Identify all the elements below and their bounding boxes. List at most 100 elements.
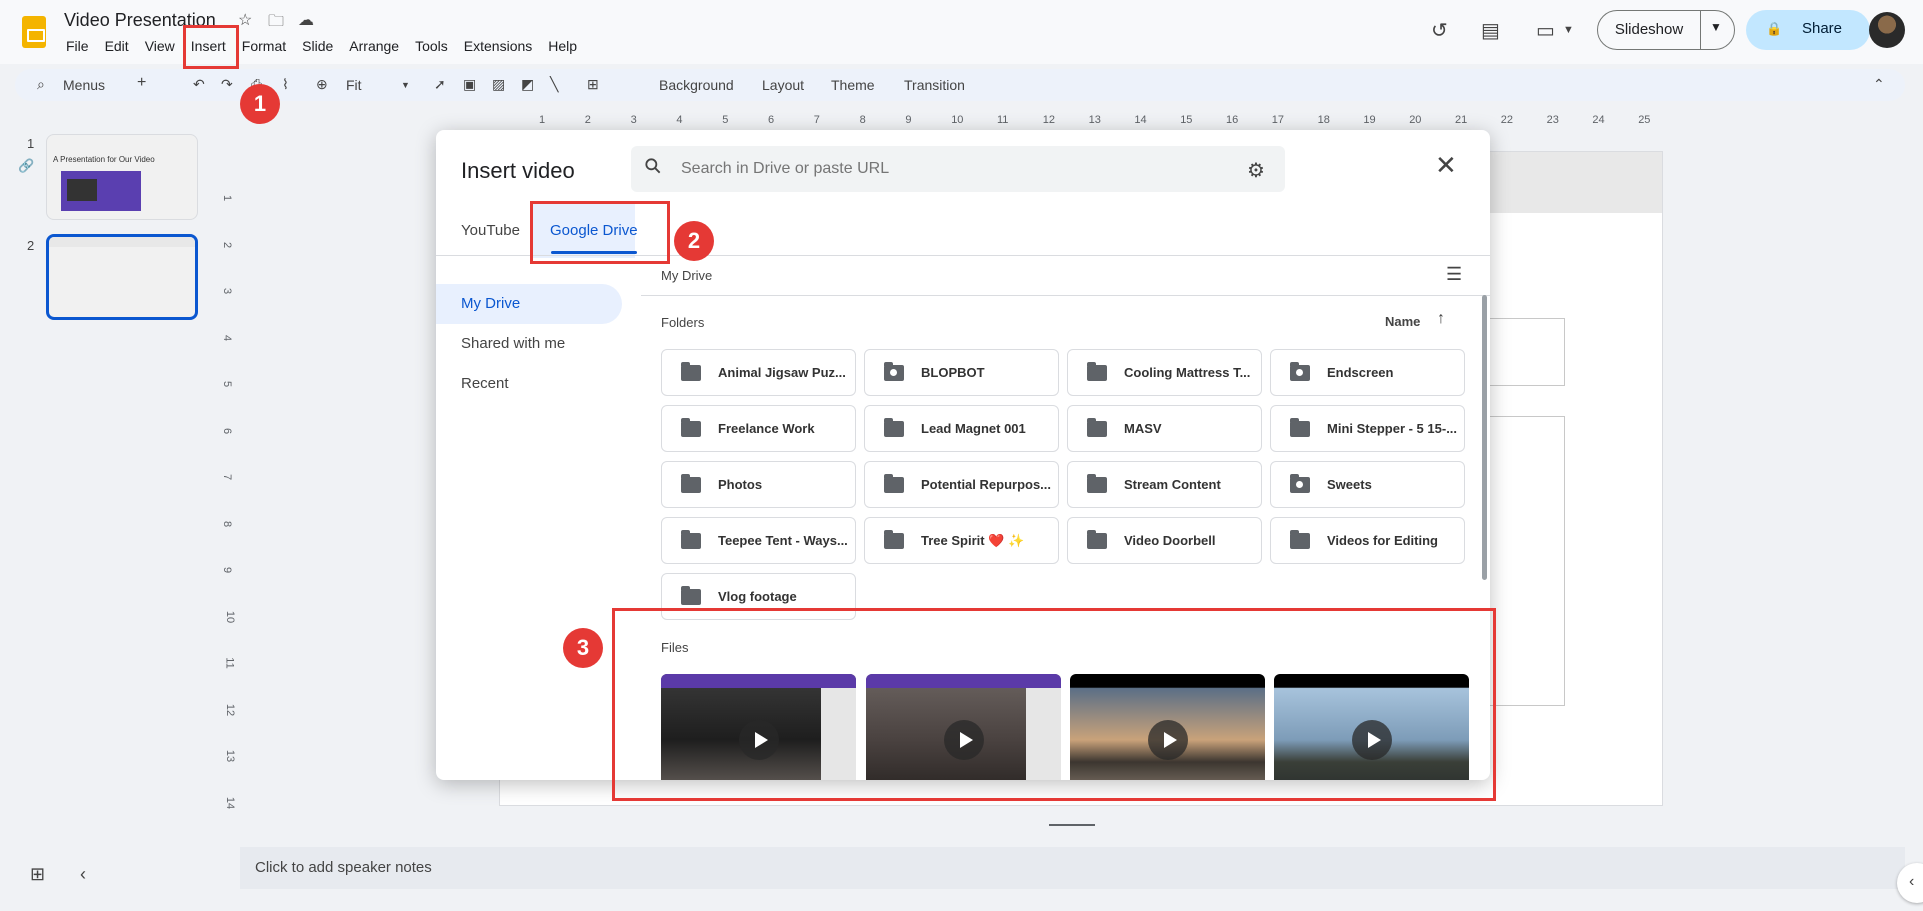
slide-thumbnail-2[interactable] bbox=[46, 234, 198, 320]
folder-item[interactable]: Photos bbox=[661, 461, 856, 508]
folder-item[interactable]: Animal Jigsaw Puz... bbox=[661, 349, 856, 396]
menu-slide[interactable]: Slide bbox=[294, 37, 341, 55]
line-icon[interactable]: ╲ bbox=[550, 76, 558, 93]
annotation-badge: 2 bbox=[674, 221, 714, 261]
folder-icon bbox=[681, 530, 701, 549]
dialog-title: Insert video bbox=[461, 158, 575, 183]
folder-icon bbox=[1290, 530, 1310, 549]
slideshow-button[interactable]: Slideshow ▼ bbox=[1597, 10, 1735, 50]
cloud-status-icon[interactable]: ☁ bbox=[298, 10, 314, 30]
theme-button[interactable]: Theme bbox=[831, 77, 875, 93]
insert-image-icon[interactable]: ▨ bbox=[492, 76, 505, 93]
add-comment-icon[interactable]: ⊞ bbox=[587, 76, 599, 93]
menu-format[interactable]: Format bbox=[234, 37, 294, 55]
menu-arrange[interactable]: Arrange bbox=[341, 37, 407, 55]
folder-item[interactable]: Stream Content bbox=[1067, 461, 1262, 508]
slide-number: 1 bbox=[27, 136, 35, 151]
folder-item[interactable]: Sweets bbox=[1270, 461, 1465, 508]
search-options-icon[interactable]: ⚙ bbox=[1247, 158, 1265, 183]
folder-item[interactable]: Mini Stepper - 5 15-... bbox=[1270, 405, 1465, 452]
ruler-tick-label: 5 bbox=[221, 380, 234, 388]
transition-button[interactable]: Transition bbox=[904, 77, 965, 93]
sort-arrow-up-icon[interactable]: ↑ bbox=[1437, 310, 1445, 328]
shared-folder-icon bbox=[884, 362, 904, 381]
ruler-tick-label: 23 bbox=[1546, 114, 1559, 126]
zoom-chevron-down-icon[interactable]: ▼ bbox=[401, 80, 410, 90]
ruler-tick-label: 12 bbox=[224, 703, 237, 716]
menu-file[interactable]: File bbox=[58, 37, 97, 55]
meet-call-icon[interactable]: ▭ bbox=[1536, 18, 1555, 43]
comments-icon[interactable]: ▤ bbox=[1481, 18, 1500, 43]
folder-item[interactable]: BLOPBOT bbox=[864, 349, 1059, 396]
nav-recent[interactable]: Recent bbox=[461, 375, 509, 392]
zoom-icon[interactable]: ⊕ bbox=[316, 76, 328, 93]
select-cursor-icon[interactable]: ➚ bbox=[434, 76, 446, 93]
slides-logo-icon[interactable] bbox=[22, 16, 46, 48]
tab-youtube[interactable]: YouTube bbox=[461, 222, 520, 239]
breadcrumb[interactable]: My Drive bbox=[661, 268, 712, 283]
menu-extensions[interactable]: Extensions bbox=[456, 37, 540, 55]
resize-handle[interactable] bbox=[1049, 824, 1095, 826]
close-icon[interactable]: ✕ bbox=[1435, 152, 1457, 178]
menu-edit[interactable]: Edit bbox=[97, 37, 137, 55]
folder-item[interactable]: Teepee Tent - Ways... bbox=[661, 517, 856, 564]
ruler-tick-label: 9 bbox=[905, 114, 912, 126]
version-history-icon[interactable]: ↺ bbox=[1431, 18, 1448, 43]
avatar[interactable] bbox=[1869, 12, 1905, 48]
zoom-select[interactable]: Fit bbox=[346, 77, 362, 93]
move-folder-icon[interactable]: 🗀 bbox=[268, 10, 284, 37]
background-button[interactable]: Background bbox=[659, 77, 734, 93]
folder-name: Video Doorbell bbox=[1124, 533, 1216, 548]
shape-icon[interactable]: ◩ bbox=[521, 76, 534, 93]
layout-button[interactable]: Layout bbox=[762, 77, 804, 93]
folder-item[interactable]: Video Doorbell bbox=[1067, 517, 1262, 564]
ruler-tick-label: 2 bbox=[584, 114, 591, 126]
list-view-icon[interactable]: ☰ bbox=[1446, 264, 1462, 285]
menus-search[interactable]: Menus bbox=[63, 77, 105, 93]
content-divider bbox=[641, 295, 1490, 296]
paint-format-icon[interactable]: ⌇ bbox=[282, 76, 289, 93]
annotation-box-drive-tab bbox=[530, 201, 670, 264]
ruler-tick-label: 17 bbox=[1271, 114, 1285, 126]
nav-my-drive[interactable]: My Drive bbox=[461, 295, 520, 312]
ruler-tick-label: 4 bbox=[676, 114, 683, 126]
search-input[interactable] bbox=[681, 146, 1221, 192]
ruler-tick-label: 18 bbox=[1317, 114, 1330, 126]
slide-thumbnail-1[interactable]: A Presentation for Our Video bbox=[46, 134, 198, 220]
star-icon[interactable]: ☆ bbox=[238, 10, 252, 30]
menu-tools[interactable]: Tools bbox=[407, 37, 456, 55]
undo-icon[interactable]: ↶ bbox=[193, 76, 205, 93]
new-slide-icon[interactable]: + bbox=[137, 74, 146, 92]
speaker-notes[interactable]: Click to add speaker notes bbox=[240, 847, 1905, 889]
menu-view[interactable]: View bbox=[137, 37, 183, 55]
sort-by-name[interactable]: Name bbox=[1385, 314, 1420, 329]
folder-item[interactable]: Lead Magnet 001 bbox=[864, 405, 1059, 452]
folder-name: Cooling Mattress T... bbox=[1124, 365, 1251, 380]
meet-chevron-down-icon[interactable]: ▼ bbox=[1563, 24, 1574, 36]
folder-item[interactable]: MASV bbox=[1067, 405, 1262, 452]
menu-help[interactable]: Help bbox=[540, 37, 585, 55]
grid-view-icon[interactable]: ⊞ bbox=[30, 864, 45, 885]
slideshow-options-chevron-icon[interactable]: ▼ bbox=[1710, 20, 1722, 34]
search-menus-icon[interactable]: ⌕ bbox=[37, 76, 45, 93]
ruler-tick-label: 2 bbox=[221, 241, 234, 248]
redo-icon[interactable]: ↷ bbox=[221, 76, 233, 93]
scrollbar[interactable] bbox=[1482, 295, 1487, 580]
lock-icon: 🔒 bbox=[1766, 21, 1783, 36]
folder-item[interactable]: Cooling Mattress T... bbox=[1067, 349, 1262, 396]
ruler-tick-label: 24 bbox=[1592, 114, 1605, 126]
folder-item[interactable]: Videos for Editing bbox=[1270, 517, 1465, 564]
share-button[interactable]: 🔒 Share bbox=[1746, 10, 1870, 50]
side-panel-toggle[interactable]: ‹ bbox=[1897, 863, 1923, 903]
collapse-toolbar-icon[interactable]: ⌃ bbox=[1873, 76, 1885, 93]
search-box[interactable]: ⚙ bbox=[631, 146, 1285, 192]
folder-item[interactable]: Potential Repurpos... bbox=[864, 461, 1059, 508]
text-box-icon[interactable]: ▣ bbox=[463, 76, 476, 93]
folder-item[interactable]: Tree Spirit ❤️ ✨ bbox=[864, 517, 1059, 564]
nav-shared-with-me[interactable]: Shared with me bbox=[461, 335, 565, 352]
ruler-tick-label: 13 bbox=[1088, 114, 1101, 126]
folder-item[interactable]: Freelance Work bbox=[661, 405, 856, 452]
folder-item[interactable]: Endscreen bbox=[1270, 349, 1465, 396]
collapse-filmstrip-icon[interactable]: ‹ bbox=[80, 864, 86, 885]
folder-icon bbox=[1087, 362, 1107, 381]
